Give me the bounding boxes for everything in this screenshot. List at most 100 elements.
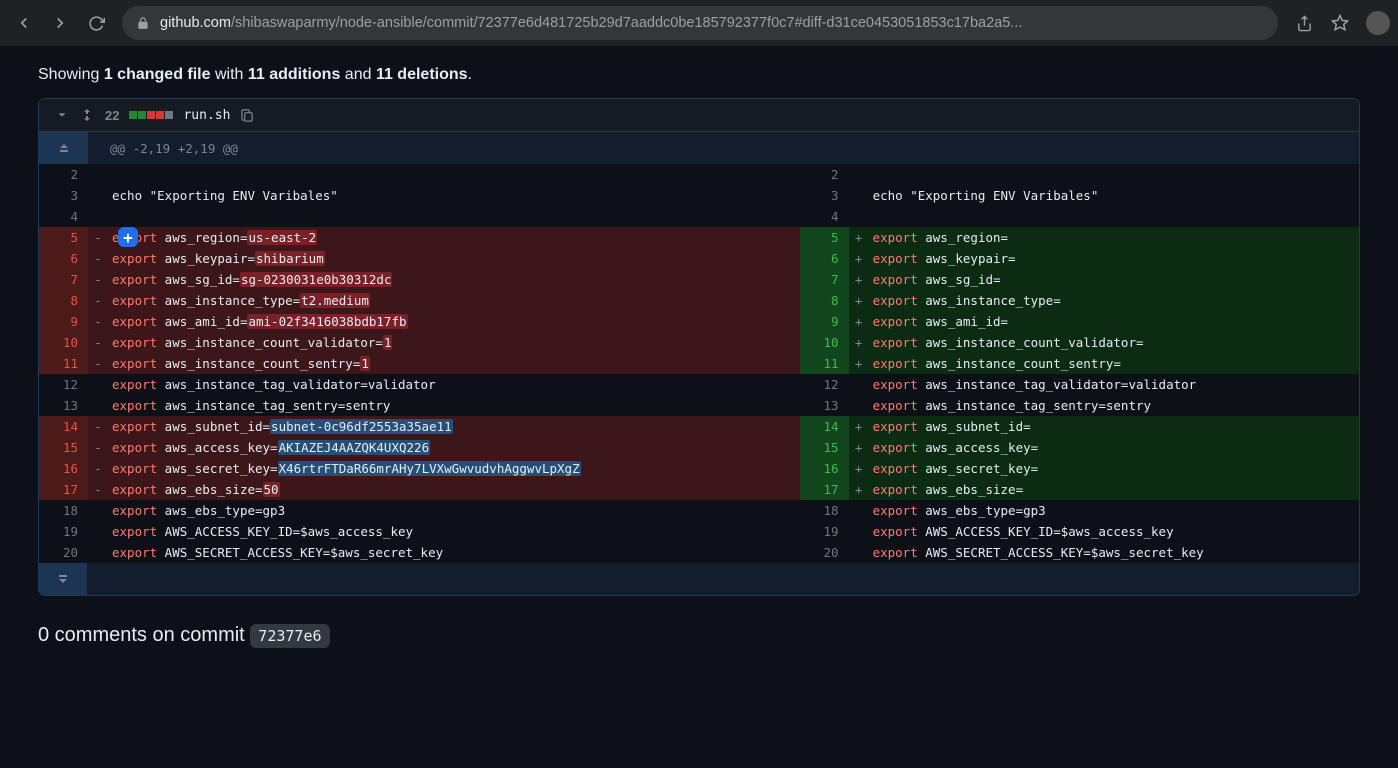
- line-number-new[interactable]: 18: [800, 500, 849, 521]
- url-text: github.com/shibaswaparmy/node-ansible/co…: [160, 15, 1022, 31]
- line-number-old[interactable]: 4: [39, 206, 88, 227]
- expand-all-icon[interactable]: [79, 107, 95, 123]
- code-cell[interactable]: export aws_ebs_size=: [869, 479, 1359, 500]
- line-number-new[interactable]: 14: [800, 416, 849, 437]
- line-number-new[interactable]: 6: [800, 248, 849, 269]
- code-cell[interactable]: export aws_access_key=: [869, 437, 1359, 458]
- code-cell[interactable]: export aws_instance_tag_sentry=sentry: [108, 395, 800, 416]
- expand-down-icon[interactable]: [39, 563, 87, 595]
- code-cell[interactable]: [108, 164, 800, 185]
- profile-avatar[interactable]: [1366, 11, 1390, 35]
- line-number-old[interactable]: 15: [39, 437, 88, 458]
- code-cell[interactable]: export aws_subnet_id=: [869, 416, 1359, 437]
- hunk-header: @@ -2,19 +2,19 @@: [88, 132, 1359, 164]
- line-number-new[interactable]: 10: [800, 332, 849, 353]
- reload-button[interactable]: [80, 7, 112, 39]
- expand-up-icon[interactable]: [39, 132, 88, 164]
- diff-marker: +: [849, 227, 869, 248]
- line-number-old[interactable]: 20: [39, 542, 88, 563]
- line-number-old[interactable]: 11: [39, 353, 88, 374]
- line-number-old[interactable]: 9: [39, 311, 88, 332]
- code-cell[interactable]: export aws_instance_count_sentry=1: [108, 353, 800, 374]
- line-number-new[interactable]: 17: [800, 479, 849, 500]
- code-cell[interactable]: export aws_sg_id=sg-0230031e0b30312dc: [108, 269, 800, 290]
- code-cell[interactable]: export aws_access_key=AKIAZEJ4AAZQK4UXQ2…: [108, 437, 800, 458]
- diff-marker: -: [88, 458, 108, 479]
- code-cell[interactable]: export aws_ebs_type=gp3: [869, 500, 1359, 521]
- code-cell[interactable]: echo "Exporting ENV Varibales": [108, 185, 800, 206]
- code-cell[interactable]: export aws_secret_key=: [869, 458, 1359, 479]
- line-number-old[interactable]: 14: [39, 416, 88, 437]
- copy-path-icon[interactable]: [240, 108, 255, 123]
- code-cell[interactable]: [869, 164, 1359, 185]
- code-cell[interactable]: export aws_ami_id=: [869, 311, 1359, 332]
- code-cell[interactable]: export AWS_ACCESS_KEY_ID=$aws_access_key: [108, 521, 800, 542]
- code-cell[interactable]: export aws_instance_count_validator=1: [108, 332, 800, 353]
- code-cell[interactable]: export aws_region=us-east-2: [108, 227, 800, 248]
- line-number-old[interactable]: 16: [39, 458, 88, 479]
- code-cell[interactable]: echo "Exporting ENV Varibales": [869, 185, 1359, 206]
- line-number-old[interactable]: 5: [39, 227, 88, 248]
- code-cell[interactable]: export aws_instance_type=t2.medium: [108, 290, 800, 311]
- code-cell[interactable]: export aws_keypair=shibarium: [108, 248, 800, 269]
- line-number-new[interactable]: 19: [800, 521, 849, 542]
- back-button[interactable]: [8, 7, 40, 39]
- code-cell[interactable]: export aws_instance_tag_sentry=sentry: [869, 395, 1359, 416]
- diff-marker: [849, 542, 869, 563]
- line-number-new[interactable]: 16: [800, 458, 849, 479]
- line-number-old[interactable]: 6: [39, 248, 88, 269]
- line-number-new[interactable]: 8: [800, 290, 849, 311]
- code-cell[interactable]: export AWS_ACCESS_KEY_ID=$aws_access_key: [869, 521, 1359, 542]
- code-cell[interactable]: export aws_region=: [869, 227, 1359, 248]
- line-number-old[interactable]: 18: [39, 500, 88, 521]
- share-icon[interactable]: [1288, 7, 1320, 39]
- diff-marker: +: [849, 290, 869, 311]
- line-number-old[interactable]: 10: [39, 332, 88, 353]
- diff-marker: [88, 500, 108, 521]
- forward-button[interactable]: [44, 7, 76, 39]
- line-number-new[interactable]: 2: [800, 164, 849, 185]
- line-number-old[interactable]: 2: [39, 164, 88, 185]
- diff-marker: [849, 185, 869, 206]
- line-number-new[interactable]: 3: [800, 185, 849, 206]
- chevron-down-icon[interactable]: [55, 108, 69, 122]
- code-cell[interactable]: export aws_instance_count_validator=: [869, 332, 1359, 353]
- line-number-new[interactable]: 4: [800, 206, 849, 227]
- filename[interactable]: run.sh: [183, 108, 230, 123]
- diff-marker: -: [88, 437, 108, 458]
- code-cell[interactable]: export aws_instance_count_sentry=: [869, 353, 1359, 374]
- line-number-old[interactable]: 3: [39, 185, 88, 206]
- code-cell[interactable]: export aws_instance_type=: [869, 290, 1359, 311]
- line-number-old[interactable]: 13: [39, 395, 88, 416]
- line-number-old[interactable]: 7: [39, 269, 88, 290]
- line-number-new[interactable]: 12: [800, 374, 849, 395]
- line-number-new[interactable]: 11: [800, 353, 849, 374]
- address-bar[interactable]: github.com/shibaswaparmy/node-ansible/co…: [122, 6, 1278, 40]
- code-cell[interactable]: export AWS_SECRET_ACCESS_KEY=$aws_secret…: [108, 542, 800, 563]
- line-number-new[interactable]: 15: [800, 437, 849, 458]
- line-number-new[interactable]: 13: [800, 395, 849, 416]
- line-number-old[interactable]: 19: [39, 521, 88, 542]
- line-number-old[interactable]: 8: [39, 290, 88, 311]
- code-cell[interactable]: export aws_ebs_size=50: [108, 479, 800, 500]
- add-comment-button[interactable]: +: [118, 227, 138, 247]
- code-cell[interactable]: export aws_secret_key=X46rtrFTDaR66mrAHy…: [108, 458, 800, 479]
- code-cell[interactable]: export aws_instance_tag_validator=valida…: [108, 374, 800, 395]
- code-cell[interactable]: export aws_instance_tag_validator=valida…: [869, 374, 1359, 395]
- code-cell[interactable]: export AWS_SECRET_ACCESS_KEY=$aws_secret…: [869, 542, 1359, 563]
- code-cell[interactable]: export aws_keypair=: [869, 248, 1359, 269]
- code-cell[interactable]: export aws_subnet_id=subnet-0c96df2553a3…: [108, 416, 800, 437]
- line-number-new[interactable]: 5: [800, 227, 849, 248]
- code-cell[interactable]: [108, 206, 800, 227]
- star-icon[interactable]: [1324, 7, 1356, 39]
- line-number-new[interactable]: 20: [800, 542, 849, 563]
- line-number-old[interactable]: 12: [39, 374, 88, 395]
- code-cell[interactable]: export aws_sg_id=: [869, 269, 1359, 290]
- code-cell[interactable]: [869, 206, 1359, 227]
- line-number-new[interactable]: 9: [800, 311, 849, 332]
- line-number-new[interactable]: 7: [800, 269, 849, 290]
- line-number-old[interactable]: 17: [39, 479, 88, 500]
- code-cell[interactable]: export aws_ami_id=ami-02f3416038bdb17fb: [108, 311, 800, 332]
- expand-down-row: [39, 563, 1359, 595]
- code-cell[interactable]: export aws_ebs_type=gp3: [108, 500, 800, 521]
